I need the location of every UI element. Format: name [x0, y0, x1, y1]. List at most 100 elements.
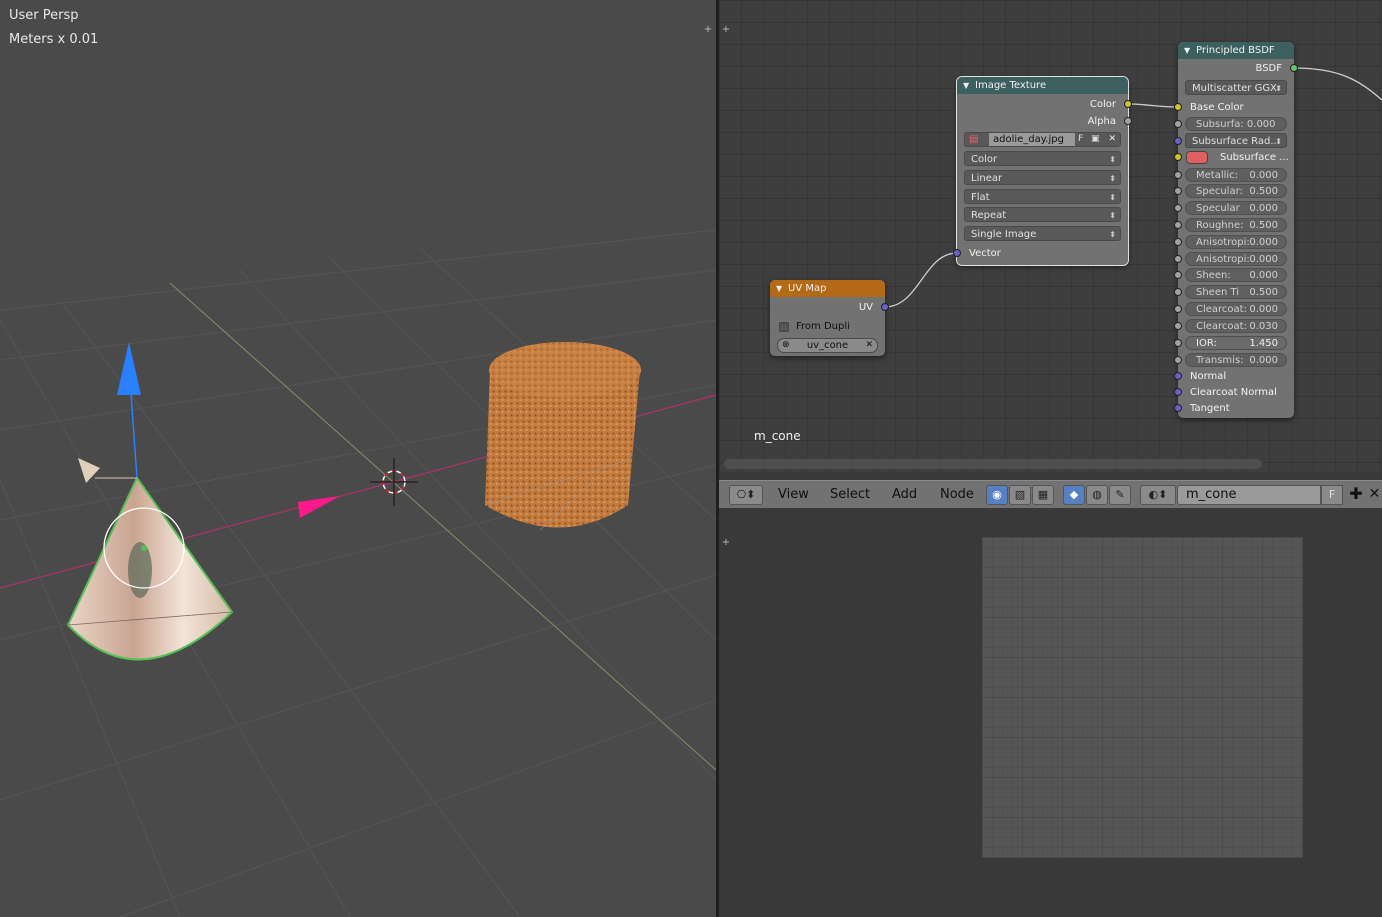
image-browse-icon[interactable]: ▤ — [969, 133, 978, 146]
metallic-field[interactable]: Metallic: 0.000 — [1174, 168, 1287, 182]
source-dropdown[interactable]: Single Image — [964, 226, 1121, 242]
from-dupli-checkbox[interactable] — [779, 322, 789, 332]
world-shader-icon[interactable]: ◍ — [1086, 485, 1108, 505]
area-split-icon[interactable]: + — [702, 24, 714, 36]
image-selector[interactable]: ▤ adolie_day.jpg F ▣ ✕ — [964, 132, 1121, 147]
node-editor-type-icon: ⎔⬍ — [736, 488, 756, 501]
base-color-socket[interactable] — [1174, 103, 1182, 111]
roughness-field[interactable]: Roughne: 0.500 — [1174, 218, 1287, 232]
specular-tint-value: 0.000 — [1249, 203, 1278, 214]
vector-input-socket[interactable] — [953, 249, 961, 257]
normal-input-socket[interactable] — [1174, 372, 1182, 380]
anisotropic-field[interactable]: Anisotropi: 0.000 — [1174, 235, 1287, 249]
node-editor-horizontal-scrollbar[interactable] — [724, 459, 1262, 469]
unlink-material-icon[interactable]: ✕ — [1367, 485, 1382, 505]
view-name-label: User Persp — [9, 8, 79, 23]
sheen-field[interactable]: Sheen: 0.000 — [1174, 268, 1287, 282]
sheen-tint-socket[interactable] — [1174, 288, 1182, 296]
transmission-socket[interactable] — [1174, 356, 1182, 364]
image-texture-node[interactable]: Image Texture Color Alpha ▤ adolie_day.j… — [953, 76, 1132, 266]
ior-field[interactable]: IOR: 1.450 — [1174, 336, 1287, 350]
roughness-label: Roughne: — [1196, 220, 1244, 231]
image-name-field[interactable]: adolie_day.jpg — [989, 133, 1075, 146]
subsurface-socket[interactable] — [1174, 120, 1182, 128]
anisotropic-rotation-field[interactable]: Anisotropi: 0.000 — [1174, 252, 1287, 266]
alpha-output-row: Alpha — [957, 113, 1132, 130]
specular-field[interactable]: Specular: 0.500 — [1174, 184, 1287, 198]
specular-socket[interactable] — [1174, 187, 1182, 195]
clear-uv-icon[interactable]: ✕ — [865, 339, 873, 352]
image-texture-node-title[interactable]: Image Texture — [957, 77, 1128, 94]
alpha-output-socket[interactable] — [1124, 117, 1132, 125]
material-name-field[interactable]: m_cone — [1177, 485, 1321, 505]
distribution-dropdown[interactable]: Multiscatter GGX — [1185, 80, 1287, 96]
sheen-tint-field[interactable]: Sheen Ti 0.500 — [1174, 285, 1287, 299]
uv-output-socket[interactable] — [881, 303, 889, 311]
line-style-icon[interactable]: ✎ — [1109, 485, 1131, 505]
clearcoat-field[interactable]: Clearcoat: 0.000 — [1174, 302, 1287, 316]
principled-bsdf-node-title[interactable]: Principled BSDF — [1178, 42, 1294, 59]
3d-viewport[interactable]: User Persp Meters x 0.01 + — [0, 0, 716, 917]
projection-dropdown[interactable]: Flat — [964, 189, 1121, 205]
subsurface-radius-label: Subsurface Rad... — [1192, 136, 1280, 147]
clearcoat-socket[interactable] — [1174, 305, 1182, 313]
alpha-output-label: Alpha — [1087, 116, 1116, 127]
uv-map-node[interactable]: UV Map UV From Dupli ⊗ uv_cone ✕ — [770, 280, 889, 356]
metallic-socket[interactable] — [1174, 171, 1182, 179]
uv-map-selector[interactable]: ⊗ uv_cone ✕ — [777, 338, 878, 353]
material-fake-user-button[interactable]: F — [1321, 485, 1343, 505]
compositing-nodes-icon[interactable]: ▧ — [1009, 485, 1031, 505]
object-shader-icon[interactable]: ◆ — [1063, 485, 1085, 505]
clearcoat-roughness-socket[interactable] — [1174, 322, 1182, 330]
clearcoat-roughness-field[interactable]: Clearcoat: 0.030 — [1174, 319, 1287, 333]
subsurface-field[interactable]: Subsurfa: 0.000 — [1174, 117, 1287, 131]
uv-map-icon: ⊗ — [782, 340, 790, 350]
subsurface-radius-socket[interactable] — [1174, 137, 1182, 145]
specular-tint-field[interactable]: Specular 0.000 — [1174, 201, 1287, 215]
clearcoat-label: Clearcoat: — [1196, 304, 1247, 315]
menu-add[interactable]: Add — [892, 481, 917, 509]
new-material-icon[interactable]: ✚ — [1345, 485, 1367, 505]
specular-tint-label: Specular — [1196, 203, 1240, 214]
subsurface-radius-field[interactable]: Subsurface Rad... — [1174, 133, 1287, 149]
menu-select[interactable]: Select — [830, 481, 870, 509]
editor-type-selector[interactable]: ⎔⬍ — [729, 485, 763, 505]
from-dupli-label: From Dupli — [796, 321, 850, 332]
color-output-socket[interactable] — [1124, 100, 1132, 108]
material-browse-icon[interactable]: ◐⬍ — [1140, 485, 1176, 505]
image-fake-user-button[interactable]: F — [1078, 133, 1083, 146]
node-editor[interactable]: + UV Map UV From Dupli ⊗ uv_cone ✕ — [719, 0, 1382, 472]
menu-node[interactable]: Node — [940, 481, 974, 509]
specular-tint-socket[interactable] — [1174, 204, 1182, 212]
bsdf-output-socket[interactable] — [1290, 64, 1298, 72]
anisotropic-socket[interactable] — [1174, 238, 1182, 246]
principled-bsdf-node[interactable]: Principled BSDF BSDF Multiscatter GGX Ba… — [1174, 42, 1298, 418]
subsurface-color-swatch[interactable] — [1186, 151, 1208, 164]
metallic-label: Metallic: — [1196, 170, 1239, 181]
roughness-socket[interactable] — [1174, 221, 1182, 229]
extension-dropdown[interactable]: Repeat — [964, 207, 1121, 223]
menu-view[interactable]: View — [778, 481, 809, 509]
ior-socket[interactable] — [1174, 339, 1182, 347]
tangent-input-socket[interactable] — [1174, 404, 1182, 412]
sheen-socket[interactable] — [1174, 271, 1182, 279]
color-space-dropdown[interactable]: Color — [964, 151, 1121, 167]
texture-nodes-icon[interactable]: ▦ — [1032, 485, 1054, 505]
base-color-row: Base Color — [1174, 99, 1294, 116]
3d-cursor — [370, 458, 418, 506]
uv-map-name: uv_cone — [806, 340, 849, 351]
anisotropic-rotation-socket[interactable] — [1174, 255, 1182, 263]
bsdf-output-label: BSDF — [1255, 63, 1282, 74]
open-image-icon[interactable]: ▣ — [1091, 133, 1100, 146]
uv-output-label: UV — [858, 302, 873, 313]
subsurface-color-socket[interactable] — [1174, 153, 1182, 161]
uv-image-editor[interactable]: + — [719, 509, 1382, 917]
clearcoat-normal-input-socket[interactable] — [1174, 388, 1182, 396]
area-split-icon[interactable]: + — [720, 537, 732, 549]
interpolation-dropdown[interactable]: Linear — [964, 170, 1121, 186]
unlink-image-icon[interactable]: ✕ — [1108, 133, 1116, 146]
uv-map-node-title[interactable]: UV Map — [770, 280, 885, 297]
shader-nodes-icon[interactable]: ◉ — [986, 485, 1008, 505]
uv-grid[interactable] — [982, 537, 1303, 858]
transmission-field[interactable]: Transmis: 0.000 — [1174, 353, 1287, 367]
